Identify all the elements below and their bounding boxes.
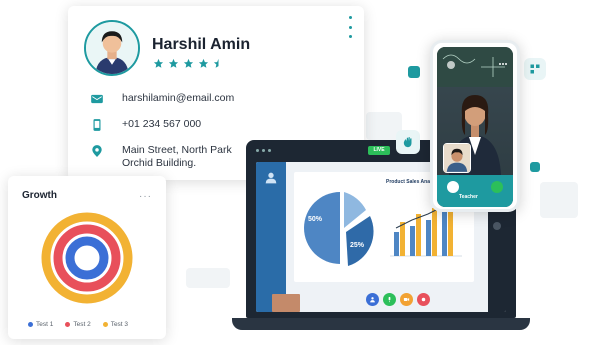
participant-thumbnail[interactable] xyxy=(272,294,300,312)
star-rating xyxy=(153,58,224,69)
decorative-square xyxy=(530,162,540,172)
legend-item: Test 2 xyxy=(65,321,91,328)
location-pin-icon xyxy=(92,145,102,157)
legend-label: Test 3 xyxy=(110,321,129,328)
live-badge: LIVE xyxy=(368,146,390,155)
rail-button[interactable] xyxy=(493,222,501,230)
phone-icon xyxy=(93,119,101,131)
email-text[interactable]: harshilamin@email.com xyxy=(122,92,234,105)
laptop-base xyxy=(232,318,530,330)
growth-ring-chart xyxy=(41,212,133,304)
participants-icon[interactable] xyxy=(263,170,279,186)
more-options-icon[interactable]: ··· xyxy=(139,191,152,202)
person-icon xyxy=(370,297,375,303)
student-video xyxy=(444,144,470,172)
end-call-button[interactable] xyxy=(417,293,430,306)
mic-button[interactable] xyxy=(383,293,396,306)
slide-pie-graphic xyxy=(304,192,374,266)
phone-video-call: Teacher xyxy=(437,47,513,207)
grid-icon xyxy=(530,64,540,74)
hand-wave-icon xyxy=(403,137,412,148)
legend-dot xyxy=(65,322,71,327)
legend-item: Test 1 xyxy=(28,321,53,328)
slide-percent-b: 25% xyxy=(350,242,365,249)
self-view-thumbnail[interactable] xyxy=(443,143,471,173)
camera-icon xyxy=(403,298,410,301)
mail-icon xyxy=(91,94,103,104)
side-rail xyxy=(256,162,286,312)
participants-button[interactable] xyxy=(366,293,379,306)
email-row: harshilamin@email.com xyxy=(90,92,234,106)
growth-title: Growth xyxy=(22,190,57,201)
star-icon xyxy=(183,58,194,68)
ring-test-1 xyxy=(65,236,109,280)
phone-call-bar xyxy=(437,175,513,207)
star-icon xyxy=(168,58,179,68)
more-options-icon[interactable] xyxy=(499,63,507,67)
slide-percent-a: 50% xyxy=(308,216,323,223)
half-star-icon xyxy=(213,58,219,68)
call-controls xyxy=(366,293,430,306)
phone-row: +01 234 567 000 xyxy=(90,118,201,132)
decorative-square xyxy=(408,66,420,78)
end-call-icon xyxy=(421,297,426,302)
star-icon xyxy=(198,58,209,68)
back-icon[interactable] xyxy=(447,61,455,69)
call-button[interactable] xyxy=(491,181,503,193)
window-dots xyxy=(256,149,271,152)
legend-dot xyxy=(28,322,33,327)
background-shape xyxy=(186,268,230,288)
hero-illustration: Harshil Amin harshilamin@email.com +01 2… xyxy=(0,0,590,345)
phone: Teacher xyxy=(430,40,520,212)
legend-label: Test 2 xyxy=(73,321,91,328)
caller-label: Teacher xyxy=(459,194,478,200)
background-shape xyxy=(540,182,578,218)
avatar xyxy=(84,20,140,76)
growth-card: Growth ··· Test 1 Test 2 Test 3 xyxy=(8,176,166,339)
growth-legend: Test 1 Test 2 Test 3 xyxy=(28,321,128,328)
legend-dot xyxy=(102,322,108,327)
floating-tile xyxy=(524,58,546,80)
profile-name: Harshil Amin xyxy=(152,36,251,53)
call-accept-button[interactable] xyxy=(447,181,459,193)
mic-icon xyxy=(388,296,391,303)
star-icon xyxy=(153,58,164,68)
legend-label: Test 1 xyxy=(36,321,54,328)
legend-item: Test 3 xyxy=(102,321,129,328)
phone-text[interactable]: +01 234 567 000 xyxy=(122,118,201,131)
floating-tile xyxy=(396,130,420,154)
video-button[interactable] xyxy=(400,293,413,306)
more-options-icon[interactable] xyxy=(346,16,354,38)
